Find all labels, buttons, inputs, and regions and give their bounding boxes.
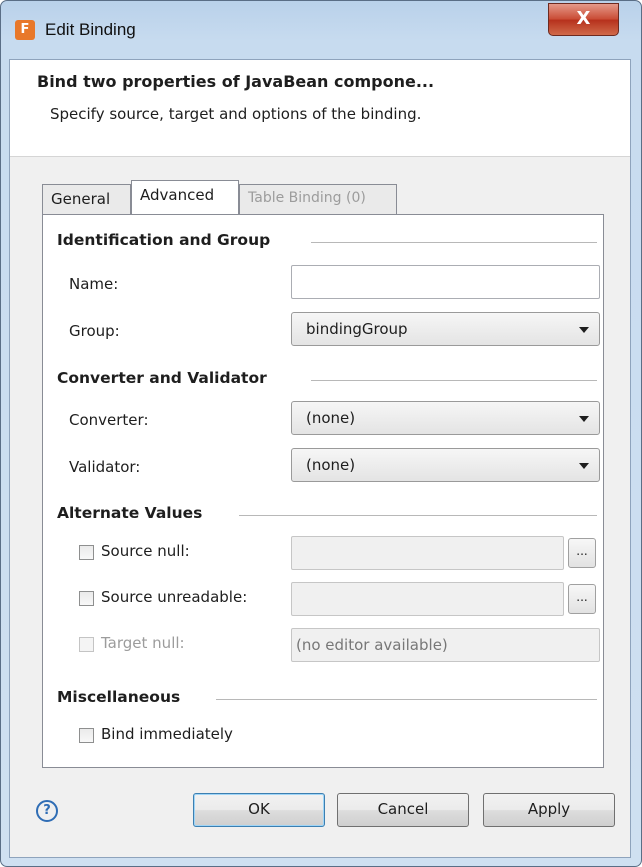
section-divider (311, 380, 597, 381)
close-button[interactable]: X (548, 3, 619, 36)
section-title-identification: Identification and Group (57, 231, 271, 249)
apply-button[interactable]: Apply (483, 793, 615, 827)
group-label: Group: (69, 322, 120, 340)
validator-select[interactable]: (none) (291, 448, 600, 482)
section-divider (239, 515, 597, 516)
section-divider (216, 699, 597, 700)
name-label: Name: (69, 275, 119, 293)
source-unreadable-browse-button[interactable]: ... (568, 584, 596, 614)
close-icon: X (576, 8, 591, 29)
source-null-browse-button[interactable]: ... (568, 538, 596, 568)
title-bar[interactable]: F Edit Binding X (1, 1, 641, 59)
validator-select-value: (none) (306, 456, 356, 474)
tab-table-binding-label: Table Binding (0) (248, 190, 366, 206)
tab-general-label: General (51, 190, 111, 208)
source-null-checkbox[interactable] (79, 545, 94, 560)
chevron-down-icon (579, 416, 589, 422)
window-title: Edit Binding (45, 20, 136, 39)
group-select-value: bindingGroup (306, 320, 408, 338)
converter-label: Converter: (69, 411, 149, 429)
target-null-value-field: (no editor available) (291, 628, 600, 662)
source-unreadable-label[interactable]: Source unreadable: (101, 588, 247, 606)
group-select[interactable]: bindingGroup (291, 312, 600, 346)
source-unreadable-checkbox[interactable] (79, 591, 94, 606)
converter-select-value: (none) (306, 409, 356, 427)
source-unreadable-value-field (291, 582, 564, 616)
app-logo-icon: F (15, 20, 35, 40)
cancel-button[interactable]: Cancel (337, 793, 469, 827)
source-null-value-field (291, 536, 564, 570)
header-subtitle: Specify source, target and options of th… (50, 105, 422, 123)
chevron-down-icon (579, 463, 589, 469)
target-null-placeholder: (no editor available) (296, 636, 448, 654)
section-divider (311, 242, 597, 243)
section-title-alternate: Alternate Values (57, 504, 203, 522)
source-null-label[interactable]: Source null: (101, 542, 190, 560)
ok-button[interactable]: OK (193, 793, 325, 827)
chevron-down-icon (579, 327, 589, 333)
dialog-body: Bind two properties of JavaBean compone.… (9, 59, 631, 858)
advanced-tab-panel: Identification and Group Name: Group: bi… (42, 214, 604, 768)
target-null-checkbox (79, 637, 94, 652)
tab-general[interactable]: General (42, 184, 131, 214)
validator-label: Validator: (69, 458, 141, 476)
name-input[interactable] (291, 265, 600, 299)
header-title: Bind two properties of JavaBean compone.… (37, 72, 435, 91)
section-title-converter: Converter and Validator (57, 369, 267, 387)
edit-binding-dialog: F Edit Binding X Bind two properties of … (0, 0, 642, 867)
tab-advanced-label: Advanced (140, 186, 215, 204)
converter-select[interactable]: (none) (291, 401, 600, 435)
bind-immediately-label[interactable]: Bind immediately (101, 725, 233, 743)
bind-immediately-checkbox[interactable] (79, 728, 94, 743)
target-null-label: Target null: (101, 634, 185, 652)
tab-advanced[interactable]: Advanced (131, 180, 239, 214)
header-panel: Bind two properties of JavaBean compone.… (10, 60, 630, 157)
help-icon[interactable]: ? (36, 800, 58, 822)
section-title-misc: Miscellaneous (57, 688, 181, 706)
tab-table-binding[interactable]: Table Binding (0) (239, 184, 397, 214)
